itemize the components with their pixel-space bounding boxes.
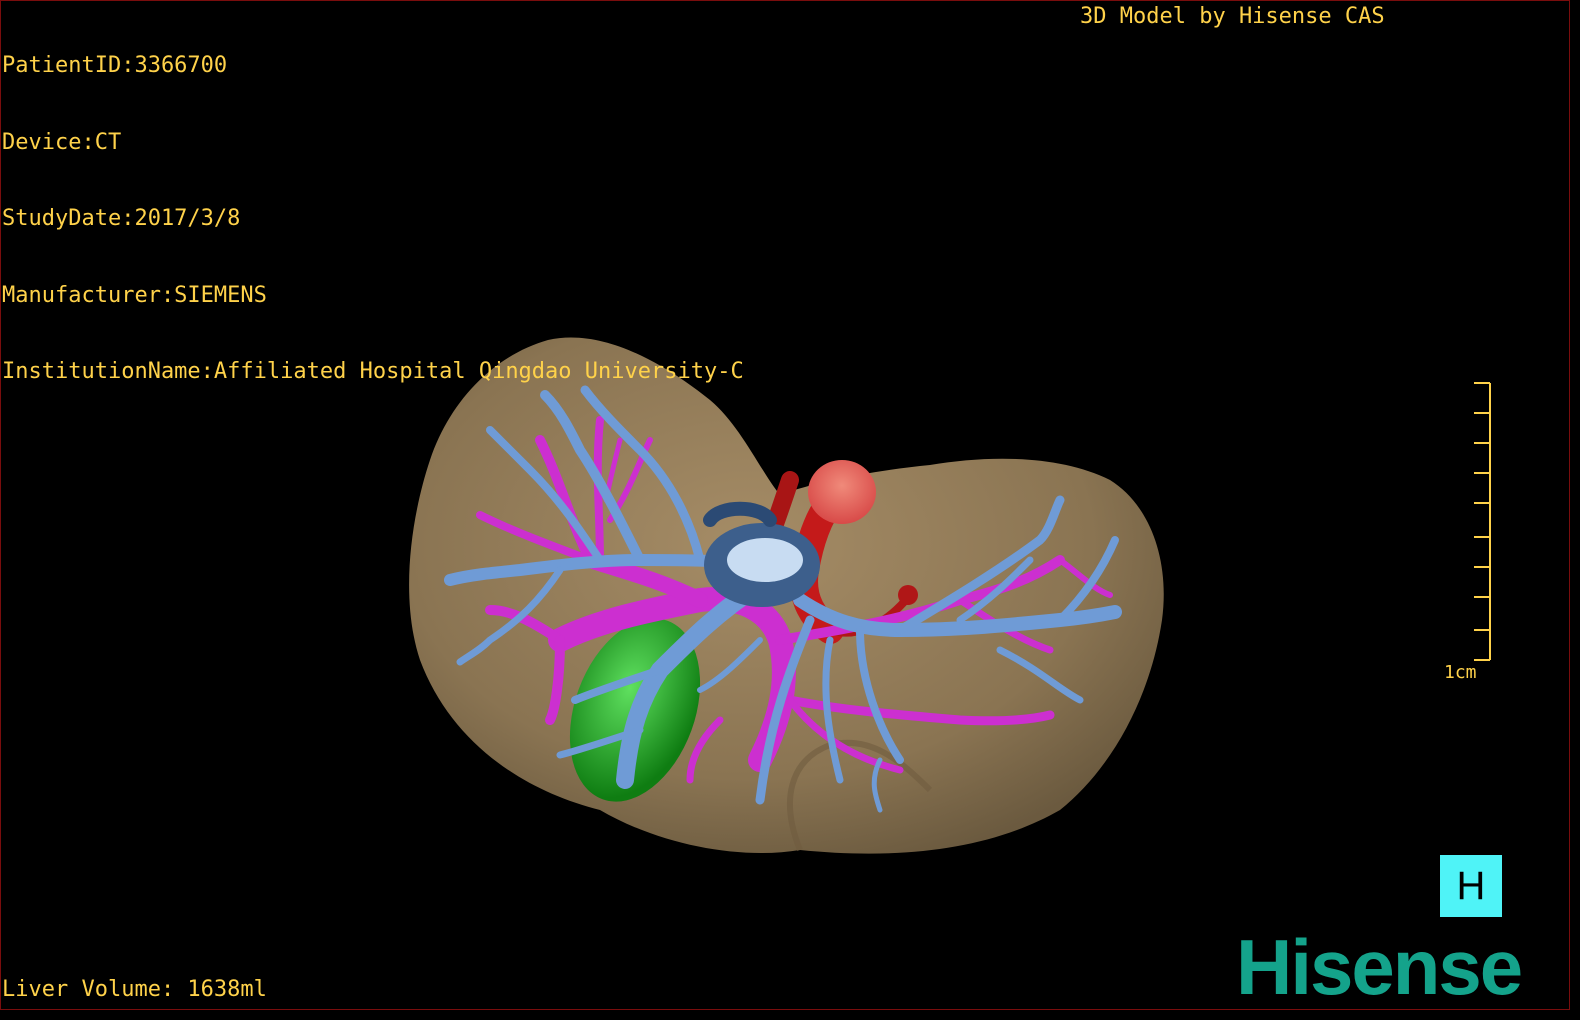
view-orientation-button[interactable]: H	[1440, 855, 1502, 917]
scale-bar	[1474, 382, 1491, 661]
institution-text: InstitutionName:Affiliated Hospital Qing…	[2, 359, 744, 384]
patient-info-overlay: PatientID:3366700 Device:CT StudyDate:20…	[2, 2, 744, 410]
manufacturer-text: Manufacturer:SIEMENS	[2, 282, 267, 308]
scale-bar-label: 1cm	[1444, 662, 1477, 683]
device-text: Device:CT	[2, 129, 122, 155]
hisense-logo: Hisense	[1236, 923, 1523, 1011]
study-date-text: StudyDate:2017/3/8	[2, 206, 241, 231]
patient-id-text: PatientID:3366700	[2, 53, 228, 78]
liver-volume-text: Liver Volume: 1638ml	[2, 977, 267, 1002]
model-credit-text: 3D Model by Hisense CAS	[1080, 4, 1385, 29]
